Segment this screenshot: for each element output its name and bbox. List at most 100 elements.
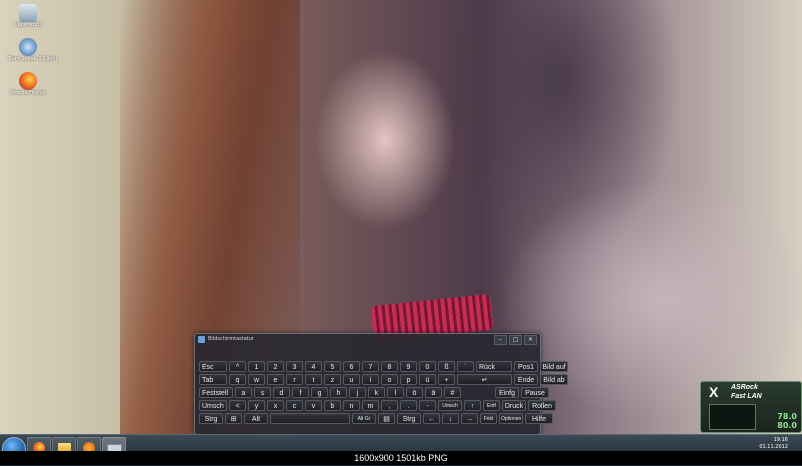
key-2[interactable]: 2 [267,361,284,372]
key-arrow-down[interactable]: ↓ [442,413,459,424]
key-p[interactable]: p [400,374,417,385]
key-q[interactable]: q [229,374,246,385]
key-z[interactable]: z [324,374,341,385]
key-acute[interactable]: ´ [457,361,474,372]
key-l[interactable]: l [387,387,404,398]
gadget-brand: ASRock [731,384,758,391]
key-page-up[interactable]: Bild auf [540,361,568,372]
key-ctrl-left[interactable]: Strg [199,413,223,424]
key-h[interactable]: h [330,387,347,398]
key-t[interactable]: t [305,374,322,385]
key-3[interactable]: 3 [286,361,303,372]
key-arrow-right[interactable]: → [461,413,478,424]
key-u[interactable]: u [343,374,360,385]
on-screen-keyboard-window[interactable]: Bildschirmtastatur – □ ✕ Esc ^ 1 2 3 4 5… [194,333,568,435]
gadget-value-2: 80.0 [777,421,797,430]
key-d[interactable]: d [273,387,290,398]
key-ctrl-right[interactable]: Strg [397,413,421,424]
key-enter[interactable]: ↵ [457,374,512,385]
key-pause[interactable]: Pause [521,387,549,398]
key-oe[interactable]: ö [406,387,423,398]
key-8[interactable]: 8 [381,361,398,372]
key-r[interactable]: r [286,374,303,385]
key-o[interactable]: o [381,374,398,385]
key-hash[interactable]: # [444,387,461,398]
close-button[interactable]: ✕ [524,335,537,345]
key-5[interactable]: 5 [324,361,341,372]
key-scroll-lock[interactable]: Rollen [528,400,556,411]
osk-title: Bildschirmtastatur [208,336,254,342]
clock-date: 01.11.2012 [759,444,788,450]
key-ue[interactable]: ü [419,374,436,385]
keyboard-icon [198,335,205,343]
key-j[interactable]: j [349,387,366,398]
teamspeak-icon [19,38,37,56]
key-9[interactable]: 9 [400,361,417,372]
key-minus[interactable]: - [419,400,436,411]
key-end[interactable]: Ende [514,374,538,385]
key-less-than[interactable]: < [229,400,246,411]
key-alt[interactable]: Alt [244,413,268,424]
key-1[interactable]: 1 [248,361,265,372]
maximize-button[interactable]: □ [509,335,522,345]
clock-time: 19:16 [773,437,788,443]
help-button[interactable]: Hilfe [525,413,553,424]
desktop-icon-firefox[interactable]: Mozilla Firefox [8,72,48,96]
image-info-footer: 1600x900 1501kb PNG [0,451,802,465]
key-alt-gr[interactable]: Alt Gr [352,413,376,424]
key-b[interactable]: b [324,400,341,411]
minimize-button[interactable]: – [494,335,507,345]
desktop-icon-teamspeak[interactable]: TeamSpeak 3 Client [8,38,57,62]
key-x[interactable]: x [267,400,284,411]
key-c[interactable]: c [286,400,303,411]
key-y[interactable]: y [248,400,265,411]
system-clock[interactable]: 19:16 01.11.2012 [759,437,788,451]
key-m[interactable]: m [362,400,379,411]
key-v[interactable]: v [305,400,322,411]
options-button[interactable]: Optionen [499,413,523,424]
key-print[interactable]: Druck [502,400,526,411]
key-shift-right[interactable]: Umsch [438,400,462,411]
key-plus[interactable]: + [438,374,455,385]
key-w[interactable]: w [248,374,265,385]
windows-key-icon[interactable]: ⊞ [225,413,242,424]
desktop-icon-recycle-bin[interactable]: Papierkorb [8,4,48,28]
osk-titlebar[interactable]: Bildschirmtastatur [195,334,540,344]
key-e[interactable]: e [267,374,284,385]
gadget-logo: X [709,384,719,400]
key-capslock[interactable]: Feststell [199,387,233,398]
key-4[interactable]: 4 [305,361,322,372]
key-tab[interactable]: Tab [199,374,227,385]
key-a[interactable]: a [235,387,252,398]
key-esc[interactable]: Esc [199,361,227,372]
key-ae[interactable]: ä [425,387,442,398]
key-0[interactable]: 0 [419,361,436,372]
osk-row-4: Umsch < y x c v b n m , . - Umsch ↑ Entf… [199,400,556,411]
key-space[interactable] [270,413,350,424]
key-caret[interactable]: ^ [229,361,246,372]
key-page-down[interactable]: Bild ab [540,374,568,385]
key-6[interactable]: 6 [343,361,360,372]
key-7[interactable]: 7 [362,361,379,372]
menu-key-icon[interactable]: ▤ [378,413,395,424]
key-insert[interactable]: Einfg [495,387,519,398]
key-home[interactable]: Pos1 [514,361,538,372]
key-fn[interactable]: Fnkt [480,413,497,424]
key-delete[interactable]: Entf [483,400,500,411]
key-comma[interactable]: , [381,400,398,411]
key-i[interactable]: i [362,374,379,385]
key-sz[interactable]: ß [438,361,455,372]
key-n[interactable]: n [343,400,360,411]
osk-row-2: Tab q w e r t z u i o p ü + ↵ Ende Bild … [199,374,568,385]
asrock-fast-lan-gadget[interactable]: X ASRock Fast LAN 78.0 80.0 [700,381,802,433]
key-k[interactable]: k [368,387,385,398]
key-period[interactable]: . [400,400,417,411]
key-backspace[interactable]: Rück [476,361,512,372]
key-g[interactable]: g [311,387,328,398]
key-s[interactable]: s [254,387,271,398]
key-shift-left[interactable]: Umsch [199,400,227,411]
key-f[interactable]: f [292,387,309,398]
key-arrow-left[interactable]: ← [423,413,440,424]
key-arrow-up[interactable]: ↑ [464,400,481,411]
osk-row-1: Esc ^ 1 2 3 4 5 6 7 8 9 0 ß ´ Rück Pos1 … [199,361,568,372]
